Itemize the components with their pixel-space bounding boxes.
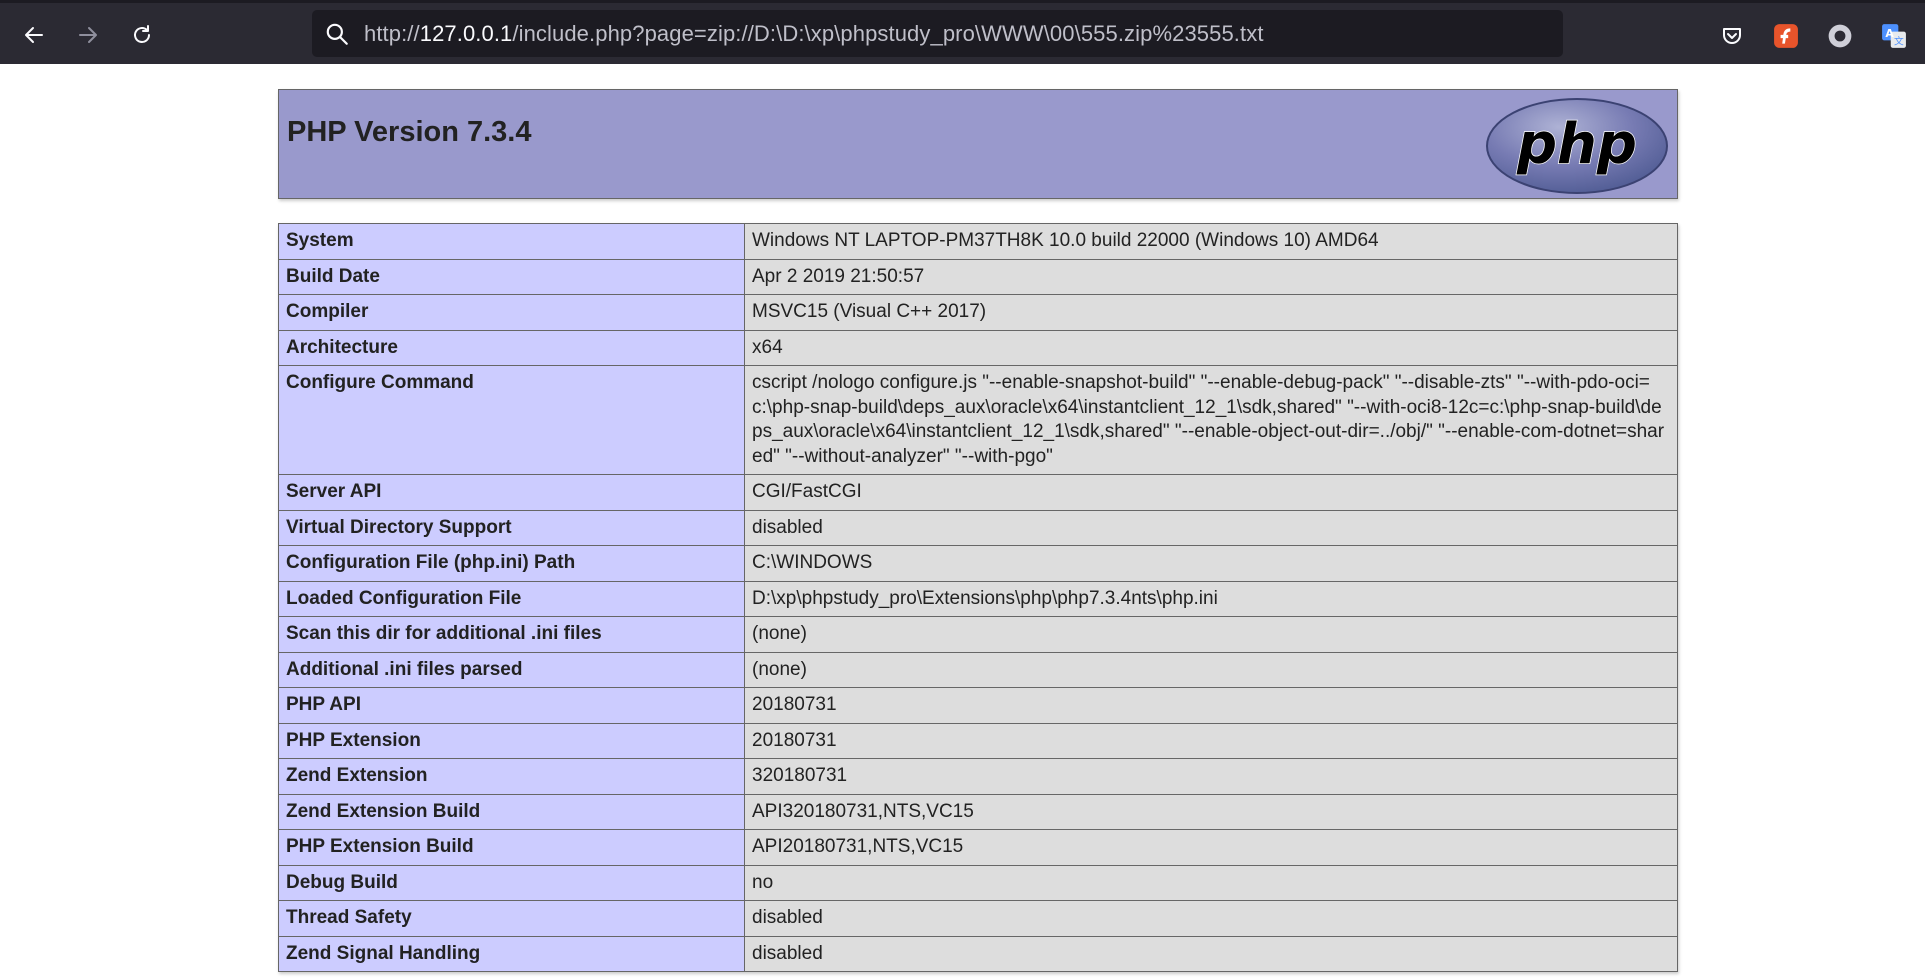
row-key: PHP Extension Build [278, 829, 745, 866]
row-key: Compiler [278, 294, 745, 331]
row-key: Server API [278, 474, 745, 511]
row-value: Windows NT LAPTOP-PM37TH8K 10.0 build 22… [744, 223, 1678, 260]
back-arrow-icon [25, 27, 43, 43]
table-row: Zend Signal Handling disabled [278, 935, 1678, 972]
row-value: disabled [744, 900, 1678, 937]
svg-text:文: 文 [1894, 35, 1904, 48]
row-value: CGI/FastCGI [744, 474, 1678, 511]
phpinfo-container: PHP Version 7.3.4 php System Windows NT L… [278, 89, 1678, 972]
url-prefix: http:// [364, 20, 420, 46]
row-value: 20180731 [744, 687, 1678, 724]
table-row: PHP Extension 20180731 [278, 722, 1678, 759]
table-row: Debug Build no [278, 864, 1678, 901]
row-key: Virtual Directory Support [278, 509, 745, 546]
browser-toolbar: http://127.0.0.1/include.php?page=zip://… [0, 0, 1925, 64]
forward-button[interactable] [70, 17, 106, 53]
table-row: System Windows NT LAPTOP-PM37TH8K 10.0 bu… [278, 223, 1678, 260]
row-key: Zend Extension [278, 758, 745, 795]
row-key: Configuration File (php.ini) Path [278, 545, 745, 582]
row-value: 320180731 [744, 758, 1678, 795]
url-path: /include.php?page=zip://D:\D:\xp\phpstud… [512, 20, 1264, 46]
table-row: Configuration File (php.ini) Path C:\WIND… [278, 545, 1678, 582]
page-content: PHP Version 7.3.4 php System Windows NT L… [0, 64, 1925, 980]
row-key: Configure Command [278, 365, 745, 475]
row-value: (none) [744, 651, 1678, 688]
flash-extension-icon [1774, 24, 1798, 48]
circle-extension-icon [1828, 24, 1852, 48]
row-value: disabled [744, 509, 1678, 546]
row-key: System [278, 223, 745, 260]
table-row: PHP Extension Build API20180731,NTS,VC15 [278, 829, 1678, 866]
table-row: Thread Safety disabled [278, 900, 1678, 937]
row-value: 20180731 [744, 722, 1678, 759]
table-row: Architecture x64 [278, 329, 1678, 366]
row-value: (none) [744, 616, 1678, 653]
back-button[interactable] [16, 17, 52, 53]
phpinfo-header: PHP Version 7.3.4 php [278, 89, 1678, 199]
row-key: PHP Extension [278, 722, 745, 759]
row-key: Build Date [278, 258, 745, 295]
php-logo-icon[interactable]: php [1485, 97, 1669, 195]
row-value: no [744, 864, 1678, 901]
table-row: Configure Command cscript /nologo configu… [278, 365, 1678, 475]
row-key: Debug Build [278, 864, 745, 901]
row-value: API320180731,NTS,VC15 [744, 793, 1678, 830]
row-value: cscript /nologo configure.js "--enable-s… [744, 365, 1678, 475]
row-value: API20180731,NTS,VC15 [744, 829, 1678, 866]
search-icon [324, 21, 350, 47]
pocket-button[interactable] [1718, 22, 1746, 50]
row-value: MSVC15 (Visual C++ 2017) [744, 294, 1678, 331]
reload-button[interactable] [124, 17, 160, 53]
pocket-icon [1723, 28, 1741, 44]
row-value: Apr 2 2019 21:50:57 [744, 258, 1678, 295]
table-row: Virtual Directory Support disabled [278, 509, 1678, 546]
translate-icon: A文 [1882, 24, 1906, 48]
translate-button[interactable]: A文 [1880, 22, 1908, 50]
url-host: 127.0.0.1 [419, 20, 513, 46]
row-key: Additional .ini files parsed [278, 651, 745, 688]
php-version-title: PHP Version 7.3.4 [287, 116, 532, 148]
table-row: Zend Extension Build API320180731,NTS,VC1… [278, 793, 1678, 830]
row-value: disabled [744, 935, 1678, 972]
row-key: Thread Safety [278, 900, 745, 937]
row-value: D:\xp\phpstudy_pro\Extensions\php\php7.3… [744, 580, 1678, 617]
flash-extension-button[interactable] [1772, 22, 1800, 50]
svg-text:A: A [1885, 27, 1894, 40]
url-text[interactable]: http://127.0.0.1/include.php?page=zip://… [364, 21, 1264, 47]
row-key: Architecture [278, 329, 745, 366]
circle-extension-button[interactable] [1826, 22, 1854, 50]
table-row: PHP API 20180731 [278, 687, 1678, 724]
row-value: C:\WINDOWS [744, 545, 1678, 582]
row-value: x64 [744, 329, 1678, 366]
svg-text:php: php [1516, 112, 1637, 177]
table-row: Server API CGI/FastCGI [278, 474, 1678, 511]
url-bar[interactable]: http://127.0.0.1/include.php?page=zip://… [312, 10, 1563, 57]
table-row: Additional .ini files parsed (none) [278, 651, 1678, 688]
row-key: Loaded Configuration File [278, 580, 745, 617]
row-key: Scan this dir for additional .ini files [278, 616, 745, 653]
table-row: Scan this dir for additional .ini files(… [278, 616, 1678, 653]
reload-icon [134, 25, 150, 43]
table-row: Zend Extension 320180731 [278, 758, 1678, 795]
row-key: Zend Extension Build [278, 793, 745, 830]
forward-arrow-icon [79, 27, 97, 43]
table-row: Loaded Configuration File D:\xp\phpstudy_… [278, 580, 1678, 617]
phpinfo-table: System Windows NT LAPTOP-PM37TH8K 10.0 bu… [278, 223, 1678, 972]
row-key: PHP API [278, 687, 745, 724]
table-row: Build Date Apr 2 2019 21:50:57 [278, 258, 1678, 295]
row-key: Zend Signal Handling [278, 935, 745, 972]
table-row: Compiler MSVC15 (Visual C++ 2017) [278, 294, 1678, 331]
